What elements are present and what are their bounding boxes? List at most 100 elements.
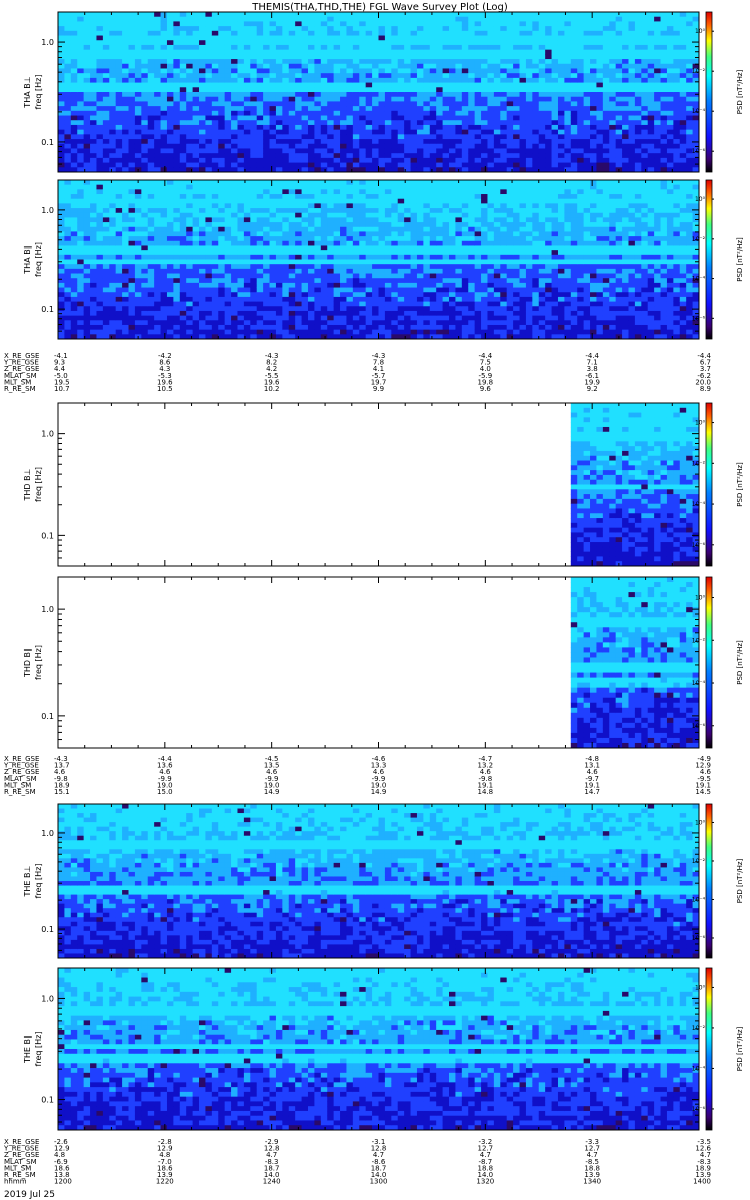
heatmap-cell	[83, 68, 91, 74]
heatmap-cell	[115, 54, 123, 60]
heatmap-cell	[218, 101, 226, 107]
heatmap-cell	[481, 139, 488, 145]
heatmap-cell	[346, 101, 354, 107]
heatmap-cell	[378, 124, 386, 131]
heatmap-cell	[263, 12, 270, 18]
heatmap-cell	[525, 96, 533, 102]
heatmap-cell	[474, 30, 482, 36]
heatmap-cell	[538, 148, 546, 154]
heatmap-cell	[141, 198, 149, 204]
heatmap-cell	[474, 110, 482, 116]
heatmap-cell	[160, 157, 168, 163]
heatmap-cell	[666, 68, 674, 74]
heatmap-cell	[442, 153, 450, 159]
heatmap-cell	[83, 110, 91, 116]
heatmap-cell	[590, 92, 597, 98]
heatmap-cell	[532, 87, 540, 93]
heatmap-cell	[647, 59, 655, 65]
heatmap-cell	[102, 254, 110, 260]
heatmap-cell	[538, 96, 546, 102]
heatmap-cell	[333, 278, 341, 284]
heatmap-cell	[147, 21, 155, 27]
heatmap-cell	[307, 231, 315, 237]
heatmap-cell	[314, 208, 322, 214]
heatmap-cell	[269, 49, 277, 55]
heatmap-cell	[314, 16, 322, 22]
heatmap-cell	[288, 120, 296, 126]
heatmap-cell	[666, 40, 674, 46]
heatmap-cell	[320, 96, 328, 102]
heatmap-cell	[615, 92, 623, 98]
heatmap-cell	[134, 96, 142, 102]
heatmap-cell	[166, 315, 174, 321]
heatmap-cell	[77, 49, 85, 55]
heatmap-cell	[115, 153, 123, 159]
heatmap-cell	[199, 292, 206, 298]
heatmap-cell	[237, 254, 245, 260]
heatmap-cell	[423, 148, 431, 154]
heatmap-cell	[109, 301, 117, 307]
heatmap-cell	[506, 16, 514, 22]
heatmap-cell	[378, 87, 386, 93]
heatmap-cell	[154, 21, 161, 27]
heatmap-cell	[269, 306, 277, 312]
heatmap-cell	[391, 59, 399, 65]
heatmap-cell	[474, 129, 482, 135]
heatmap-cell	[250, 231, 258, 237]
heatmap-cell	[397, 21, 405, 27]
heatmap-cell	[423, 59, 431, 65]
heatmap-cell	[532, 68, 540, 74]
heatmap-cell	[596, 129, 604, 135]
heatmap-cell	[397, 106, 405, 112]
heatmap-cell	[154, 268, 161, 274]
heatmap-cell	[179, 329, 187, 335]
heatmap-cell	[410, 101, 418, 107]
heatmap-cell	[160, 40, 168, 46]
heatmap-cell	[314, 212, 322, 218]
heatmap-cell	[397, 148, 405, 154]
heatmap-cell	[596, 87, 604, 93]
heatmap-cell	[500, 40, 508, 46]
heatmap-cell	[224, 254, 232, 260]
heatmap-cell	[615, 16, 623, 22]
heatmap-cell	[250, 273, 258, 279]
heatmap-cell	[102, 134, 110, 140]
heatmap-cell	[243, 217, 251, 223]
heatmap-cell	[166, 184, 174, 190]
heatmap-cell	[641, 115, 649, 121]
heatmap-cell	[90, 139, 97, 145]
heatmap-cell	[410, 110, 418, 116]
heatmap-cell	[250, 240, 258, 246]
heatmap-cell	[160, 259, 168, 265]
heatmap-cell	[372, 44, 379, 51]
heatmap-cell	[384, 21, 392, 27]
heatmap-cell	[551, 77, 559, 83]
heatmap-cell	[442, 16, 450, 22]
heatmap-cell	[519, 12, 527, 18]
heatmap-cell	[301, 194, 309, 200]
heatmap-cell	[525, 101, 533, 107]
heatmap-cell	[506, 129, 514, 135]
heatmap-cell	[160, 198, 168, 204]
heatmap-cell	[102, 153, 110, 159]
heatmap-cell	[147, 212, 155, 218]
heatmap-cell	[666, 96, 674, 102]
heatmap-cell	[333, 157, 341, 163]
heatmap-cell	[301, 153, 309, 159]
heatmap-cell	[90, 329, 97, 335]
heatmap-cell	[154, 301, 161, 307]
heatmap-cell	[506, 96, 514, 102]
heatmap-cell	[333, 12, 341, 18]
heatmap-cell	[590, 87, 597, 93]
heatmap-cell	[160, 236, 168, 242]
heatmap-cell	[307, 254, 315, 260]
heatmap-cell	[288, 226, 296, 232]
heatmap-cell	[64, 324, 72, 331]
heatmap-cell	[58, 287, 65, 293]
heatmap-cell	[224, 101, 232, 107]
heatmap-cell	[551, 54, 559, 60]
heatmap-cell	[320, 26, 328, 32]
heatmap-cell	[275, 320, 283, 326]
heatmap-cell	[199, 59, 206, 65]
heatmap-cell	[513, 73, 520, 79]
